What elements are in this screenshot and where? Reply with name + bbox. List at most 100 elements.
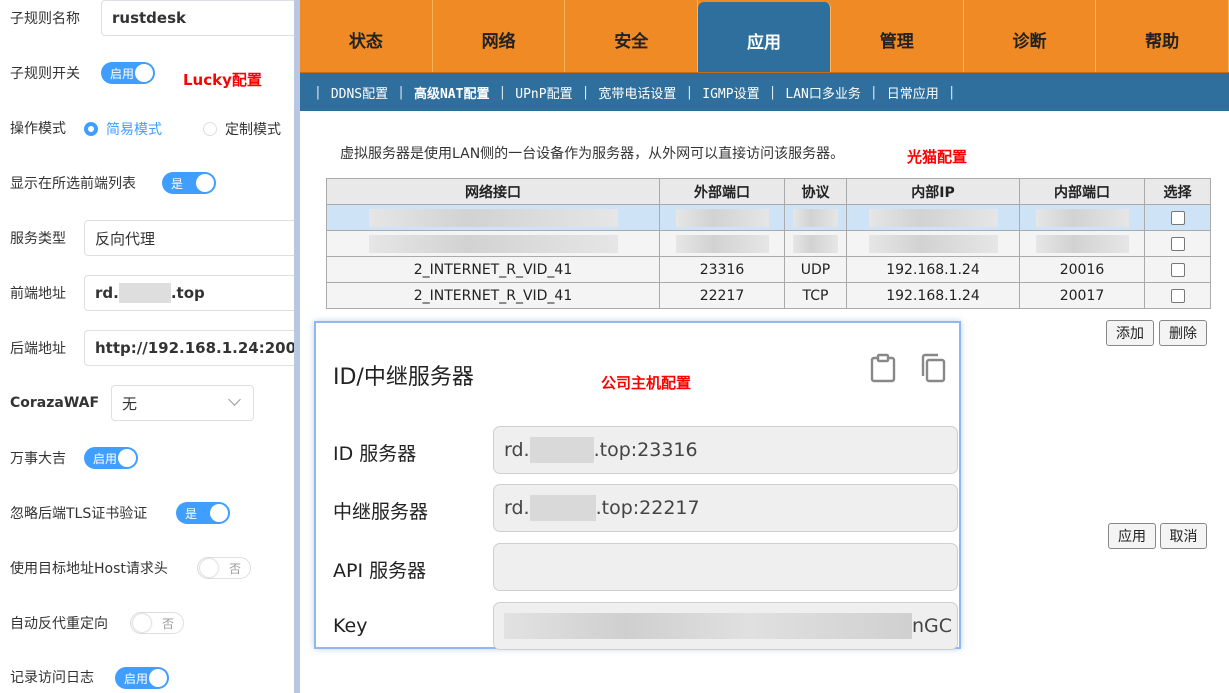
- access-log-row: 记录访问日志: [10, 660, 94, 693]
- key-input[interactable]: nGC: [493, 602, 958, 650]
- service-type-label: 服务类型: [10, 231, 66, 247]
- subtab-daily-apps[interactable]: 日常应用: [878, 83, 948, 102]
- id-server-input[interactable]: rd. .top:23316: [493, 426, 958, 474]
- table-row[interactable]: 2_INTERNET_R_VID_41 22217 TCP 192.168.1.…: [326, 282, 1211, 309]
- redacted-mask: [792, 208, 839, 227]
- redacted-cell: [1019, 204, 1145, 231]
- redacted-mask: [368, 208, 618, 227]
- redacted-cell: [784, 204, 847, 231]
- mode-custom-radio[interactable]: 定制模式: [203, 119, 281, 139]
- backend-address-input[interactable]: http://192.168.1.24:20017: [84, 330, 295, 366]
- subtab-lan-multi[interactable]: LAN口多业务: [776, 83, 869, 102]
- toggle-knob: [149, 669, 167, 687]
- cell-protocol: TCP: [784, 282, 847, 309]
- mode-simple-label: 简易模式: [106, 122, 162, 138]
- use-host-row: 使用目标地址Host请求头: [10, 551, 168, 585]
- redacted-mask: [868, 234, 998, 253]
- key-label: Key: [333, 615, 368, 637]
- ignore-tls-row: 忽略后端TLS证书验证: [10, 496, 147, 530]
- mode-label: 操作模式: [10, 121, 66, 137]
- show-in-list-toggle[interactable]: 是: [162, 172, 216, 194]
- col-external-port: 外部端口: [659, 178, 785, 205]
- use-host-text: 否: [228, 561, 241, 576]
- col-protocol: 协议: [784, 178, 847, 205]
- mode-custom-label: 定制模式: [225, 122, 281, 138]
- cancel-button[interactable]: 取消: [1160, 523, 1207, 549]
- tab-help[interactable]: 帮助: [1096, 0, 1229, 72]
- redacted-mask: [675, 208, 769, 227]
- subtab-upnp[interactable]: UPnP配置: [506, 83, 581, 102]
- tab-status[interactable]: 状态: [300, 0, 433, 72]
- tab-application[interactable]: 应用: [698, 2, 831, 72]
- select-cell: [1144, 256, 1211, 283]
- access-log-label: 记录访问日志: [10, 670, 94, 686]
- row-checkbox[interactable]: [1170, 236, 1185, 251]
- subtab-ddns[interactable]: DDNS配置: [322, 83, 397, 102]
- table-row[interactable]: [326, 230, 1211, 257]
- dialog-title: ID/中继服务器: [333, 365, 474, 390]
- id-server-suffix: .top:23316: [593, 439, 698, 461]
- use-host-toggle[interactable]: 否: [197, 557, 251, 579]
- row-checkbox[interactable]: [1170, 262, 1185, 277]
- service-type-row: 服务类型: [10, 221, 66, 255]
- ignore-tls-label: 忽略后端TLS证书验证: [10, 506, 148, 522]
- subtab-igmp[interactable]: IGMP设置: [693, 83, 768, 102]
- rustdesk-server-dialog: ID/中继服务器 公司主机配置 ID 服务器 rd. .top:23316 中继服…: [314, 321, 961, 650]
- router-sub-nav: | DDNS配置 | 高级NAT配置 | UPnP配置 | 宽带电话设置 | IGMP设置…: [300, 73, 1229, 111]
- clipboard-icon[interactable]: [869, 353, 897, 383]
- cell-internal-port: 20016: [1019, 256, 1145, 283]
- lucky-config-panel: 子规则名称 rustdesk 子规则开关 启用 Lucky配置 操作模式 简易模…: [0, 0, 296, 693]
- redacted-mask: [118, 283, 171, 303]
- frontend-suffix: .top: [170, 284, 205, 302]
- auto-redirect-row: 自动反代重定向: [10, 606, 108, 640]
- mode-simple-radio[interactable]: 简易模式: [84, 119, 162, 139]
- cell-interface: 2_INTERNET_R_VID_41: [326, 256, 660, 283]
- table-header-row: 网络接口 外部端口 协议 内部IP 内部端口 选择: [326, 178, 1211, 205]
- access-log-toggle[interactable]: 启用: [115, 667, 169, 689]
- service-type-select[interactable]: 反向代理: [84, 220, 295, 256]
- tab-network[interactable]: 网络: [433, 0, 566, 72]
- redacted-cell: [326, 204, 660, 231]
- add-button[interactable]: 添加: [1106, 320, 1154, 346]
- redacted-mask: [1035, 208, 1129, 227]
- delete-button[interactable]: 删除: [1159, 320, 1207, 346]
- key-suffix: nGC: [912, 615, 953, 637]
- table-row[interactable]: 2_INTERNET_R_VID_41 23316 UDP 192.168.1.…: [326, 256, 1211, 283]
- api-server-input[interactable]: [493, 543, 958, 591]
- toggle-knob: [135, 64, 153, 82]
- row-checkbox[interactable]: [1170, 288, 1185, 303]
- lucky-toggle[interactable]: 启用: [84, 447, 138, 469]
- subtab-advanced-nat[interactable]: 高级NAT配置: [405, 83, 498, 102]
- tab-security[interactable]: 安全: [565, 0, 699, 72]
- frontend-row: 前端地址: [10, 276, 66, 310]
- waf-value: 无: [122, 394, 138, 413]
- rule-switch-toggle[interactable]: 启用: [101, 62, 155, 84]
- redacted-mask: [792, 234, 839, 253]
- id-server-label: ID 服务器: [333, 443, 417, 465]
- tab-diagnostics[interactable]: 诊断: [964, 0, 1097, 72]
- redacted-cell: [326, 230, 660, 257]
- toggle-knob: [210, 504, 228, 522]
- rule-name-label: 子规则名称: [10, 11, 80, 27]
- relay-server-prefix: rd.: [504, 497, 530, 519]
- waf-select[interactable]: 无: [111, 385, 254, 421]
- auto-redirect-toggle[interactable]: 否: [130, 612, 184, 634]
- apply-button[interactable]: 应用: [1108, 523, 1156, 549]
- rule-switch-text: 启用: [110, 66, 135, 81]
- tab-management[interactable]: 管理: [831, 0, 964, 72]
- radio-unchecked-icon: [203, 122, 217, 136]
- show-in-list-row: 显示在所选前端列表: [10, 166, 136, 200]
- relay-server-input[interactable]: rd. .top:22217: [493, 484, 958, 532]
- lucky-annotation: Lucky配置: [183, 71, 262, 89]
- subtab-voip[interactable]: 宽带电话设置: [589, 83, 685, 102]
- ignore-tls-toggle[interactable]: 是: [176, 502, 230, 524]
- radio-checked-icon: [84, 122, 98, 136]
- copy-icon[interactable]: [919, 353, 947, 383]
- rule-name-input[interactable]: rustdesk: [101, 0, 295, 36]
- frontend-address-input[interactable]: rd. .top: [84, 275, 295, 311]
- modem-annotation: 光猫配置: [907, 148, 968, 166]
- use-host-label: 使用目标地址Host请求头: [10, 561, 168, 577]
- redacted-mask: [504, 613, 912, 639]
- table-row[interactable]: [326, 204, 1211, 231]
- row-checkbox[interactable]: [1170, 210, 1185, 225]
